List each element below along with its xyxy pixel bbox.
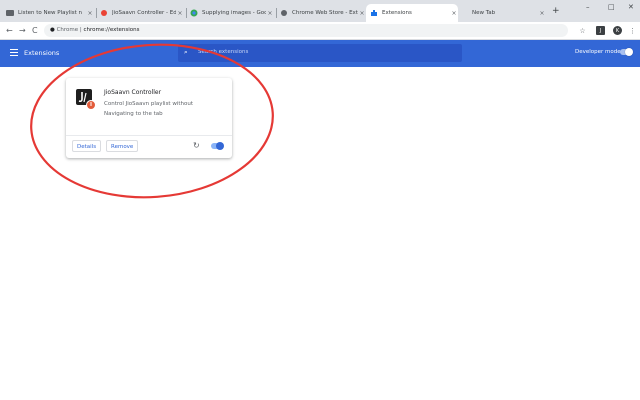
tab-0[interactable]: Listen to New Playlist n × xyxy=(6,4,94,22)
developer-mode-label: Developer mode xyxy=(575,49,621,55)
tab-separator xyxy=(276,8,277,18)
close-icon[interactable]: × xyxy=(266,10,274,17)
tab-title: JioSaavn Controller - Edit It xyxy=(112,10,176,16)
reload-button[interactable]: C xyxy=(32,24,38,38)
annotation-ellipse xyxy=(30,43,274,199)
tab-title: Chrome Web Store - Extensi xyxy=(292,10,358,16)
browser-toolbar: ← → C ● Chrome | chrome://extensions ☆ J… xyxy=(0,22,640,40)
close-icon[interactable]: × xyxy=(86,10,94,17)
bookmark-star-icon[interactable]: ☆ xyxy=(577,25,588,36)
address-bar[interactable]: ● Chrome | chrome://extensions xyxy=(44,24,568,37)
tab-strip: Listen to New Playlist n × JioSaavn Cont… xyxy=(0,0,640,22)
tab-title: Supplying images - Google xyxy=(202,10,266,16)
hamburger-menu-icon[interactable] xyxy=(10,49,18,57)
store-icon xyxy=(280,9,288,17)
tab-5[interactable]: New Tab × xyxy=(460,4,546,22)
url-text: chrome://extensions xyxy=(83,27,140,33)
tab-title: Extensions xyxy=(382,10,412,16)
close-icon[interactable]: × xyxy=(176,10,184,17)
close-window-button[interactable]: ✕ xyxy=(628,3,634,11)
profile-avatar[interactable]: K xyxy=(613,26,622,35)
url-site-label: Chrome xyxy=(56,27,79,33)
chrome-icon xyxy=(190,9,198,17)
tab-2[interactable]: Supplying images - Google × xyxy=(190,4,274,22)
tab-title: New Tab xyxy=(472,10,496,16)
minimize-button[interactable]: – xyxy=(586,3,590,11)
tab-3[interactable]: Chrome Web Store - Extensi × xyxy=(280,4,366,22)
maximize-button[interactable]: □ xyxy=(608,3,615,11)
forward-button[interactable]: → xyxy=(19,24,26,38)
tab-separator xyxy=(96,8,97,18)
menu-icon[interactable]: ⋮ xyxy=(627,25,638,36)
close-icon[interactable]: × xyxy=(358,10,366,17)
tab-title: Listen to New Playlist n xyxy=(18,10,83,16)
close-icon[interactable]: × xyxy=(538,10,546,17)
tab-separator xyxy=(186,8,187,18)
close-icon[interactable]: × xyxy=(450,10,458,17)
tab-1[interactable]: JioSaavn Controller - Edit It × xyxy=(100,4,184,22)
mail-icon xyxy=(100,9,108,17)
back-button[interactable]: ← xyxy=(6,24,13,38)
tab-4[interactable]: Extensions × xyxy=(366,4,458,22)
puzzle-icon xyxy=(370,9,378,17)
new-tab-button[interactable]: + xyxy=(552,6,560,16)
url-separator: | xyxy=(79,27,82,33)
jiosaavn-extension-icon[interactable]: J xyxy=(596,26,605,35)
developer-mode-toggle[interactable] xyxy=(620,48,633,56)
playlist-icon xyxy=(6,9,14,17)
